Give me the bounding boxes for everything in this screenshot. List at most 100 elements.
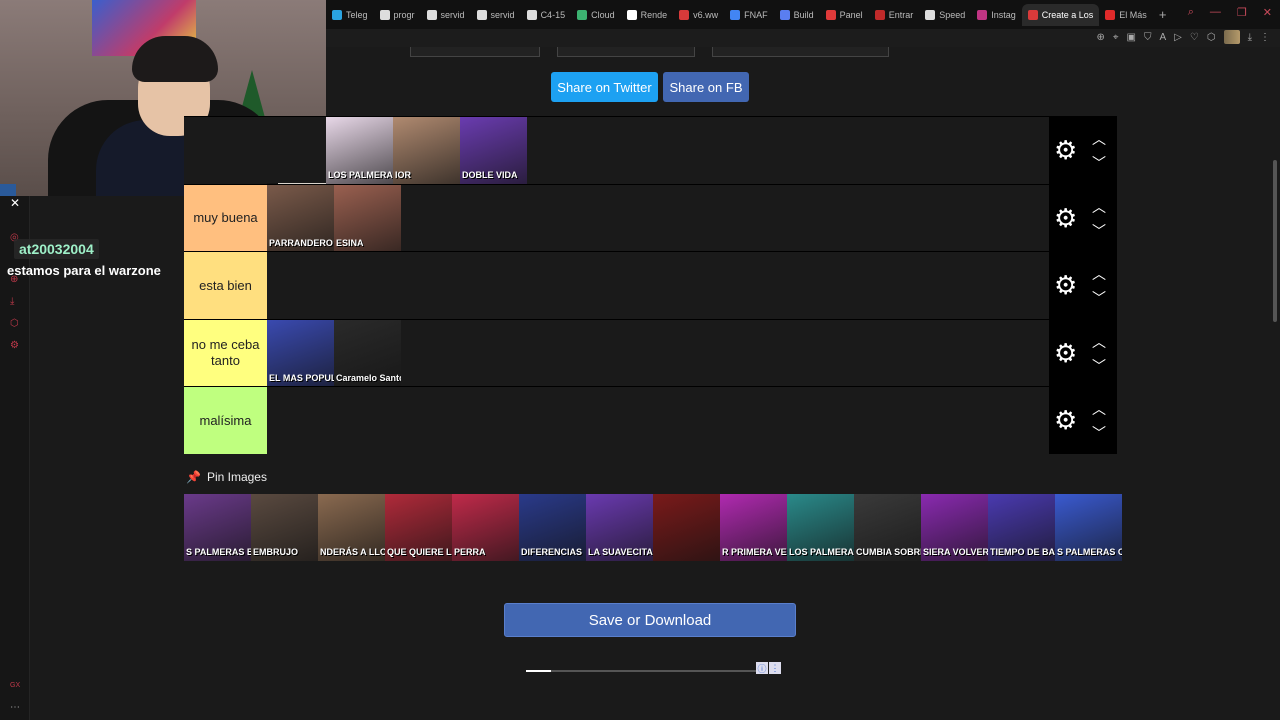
tier-image[interactable]: S PALMERAS CHACHA TRISTE: [1055, 494, 1122, 561]
ad-menu-icon[interactable]: ⋮: [769, 662, 781, 674]
tier-image[interactable]: S PALMERAS BESTIA POP: [184, 494, 251, 561]
move-down-icon[interactable]: ﹀: [1092, 288, 1106, 308]
tier-image[interactable]: LOS PALMERAS EL BOMBON: [326, 117, 393, 184]
tier-label[interactable]: muy buena: [184, 184, 267, 252]
share-twitter-button[interactable]: Share on Twitter: [551, 72, 658, 102]
move-down-icon[interactable]: ﹀: [1092, 423, 1106, 443]
close-window-icon[interactable]: ✕: [1263, 6, 1272, 19]
share-facebook-button[interactable]: Share on FB: [663, 72, 749, 102]
sidebar-item-2-icon[interactable]: ⬡: [10, 318, 19, 329]
browser-tab[interactable]: Entrar: [869, 4, 920, 26]
ad-progress-bar: [526, 670, 756, 672]
description-input[interactable]: [557, 47, 695, 57]
browser-tab[interactable]: Panel: [820, 4, 869, 26]
tier-label[interactable]: [184, 117, 267, 184]
move-up-icon[interactable]: ︿: [1092, 264, 1106, 284]
tier-row: esta bien ⚙ ︿ ﹀: [184, 251, 1117, 319]
gx-icon[interactable]: GX: [10, 682, 20, 689]
browser-tab[interactable]: FNAF: [724, 4, 774, 26]
tab-label: Teleg: [346, 9, 368, 20]
browser-tab[interactable]: progr: [374, 4, 421, 26]
gear-icon[interactable]: ⚙: [1054, 137, 1077, 163]
tier-image[interactable]: PARRANDERO: [267, 184, 334, 252]
tier-image[interactable]: LOS PALMERAS: [787, 494, 854, 561]
options-input[interactable]: [712, 47, 889, 57]
tier-image[interactable]: DIFERENCIAS: [519, 494, 586, 561]
browser-tab[interactable]: Instag: [971, 4, 1022, 26]
tier-image[interactable]: SIERA VOLVER: [921, 494, 988, 561]
tier-label[interactable]: no me ceba tanto: [184, 319, 267, 387]
tier-image[interactable]: DOBLE VIDA: [460, 117, 527, 184]
browser-tab[interactable]: v6.ww: [673, 4, 724, 26]
tier-image[interactable]: EL MAS POPULAR: [267, 319, 334, 387]
pin-icon[interactable]: ⌖: [1113, 32, 1119, 43]
shield-icon[interactable]: ⛉: [1144, 32, 1152, 43]
browser-tab[interactable]: Speed: [919, 4, 971, 26]
translate-icon[interactable]: A: [1160, 32, 1167, 43]
move-down-icon[interactable]: ﹀: [1092, 356, 1106, 376]
move-up-icon[interactable]: ︿: [1092, 197, 1106, 217]
tier-image[interactable]: TIEMPO DE BAIL: [988, 494, 1055, 561]
browser-tab[interactable]: servid: [471, 4, 521, 26]
extensions-icon[interactable]: ⬡: [1207, 32, 1216, 43]
maximize-icon[interactable]: ❐: [1237, 6, 1247, 19]
search-tabs-icon[interactable]: ⌕: [1188, 6, 1194, 19]
move-down-icon[interactable]: ﹀: [1092, 153, 1106, 173]
tier-image[interactable]: IOR: [393, 117, 460, 184]
page-scrollbar[interactable]: [1272, 50, 1278, 720]
gear-icon[interactable]: ⚙: [1054, 205, 1077, 231]
browser-tab[interactable]: servid: [421, 4, 471, 26]
tier-image[interactable]: ESINA: [334, 184, 401, 252]
settings-icon[interactable]: ⚙: [10, 340, 19, 351]
tier-label[interactable]: esta bien: [184, 252, 267, 319]
tab-label: Build: [793, 9, 814, 20]
move-up-icon[interactable]: ︿: [1092, 332, 1106, 352]
zoom-icon[interactable]: ⊕: [1097, 32, 1105, 43]
pin-images-label: Pin Images: [206, 470, 267, 484]
tier-image[interactable]: QUE QUIERE LA CHOLA: [385, 494, 452, 561]
title-input[interactable]: [410, 47, 540, 57]
image-caption: TIEMPO DE BAIL: [990, 547, 1055, 557]
play-icon[interactable]: ▷: [1174, 32, 1182, 43]
tier-image[interactable]: EMBRUJO: [251, 494, 318, 561]
heart-icon[interactable]: ♡: [1190, 32, 1199, 43]
tier-image[interactable]: LA SUAVECITA: [586, 494, 653, 561]
tier-image[interactable]: [653, 494, 720, 561]
tier-image[interactable]: PERRA: [452, 494, 519, 561]
capture-icon[interactable]: ▣: [1127, 32, 1136, 43]
save-download-button[interactable]: Save or Download: [504, 603, 796, 637]
gear-icon[interactable]: ⚙: [1054, 340, 1077, 366]
move-down-icon[interactable]: ﹀: [1092, 221, 1106, 241]
download-icon[interactable]: ⤓: [1248, 32, 1252, 43]
move-up-icon[interactable]: ︿: [1092, 129, 1106, 149]
tier-label[interactable]: malísima: [184, 387, 267, 454]
new-tab-button[interactable]: +: [1153, 7, 1173, 22]
gear-icon[interactable]: ⚙: [1054, 407, 1077, 433]
tier-image[interactable]: Caramelo Santo: [334, 319, 401, 387]
menu-icon[interactable]: ⋮: [1260, 32, 1270, 43]
image-caption: DIFERENCIAS: [521, 547, 583, 557]
tier-image[interactable]: R PRIMERA VEZ: [720, 494, 787, 561]
tab-favicon-icon: [874, 9, 885, 20]
ad-info-icon[interactable]: ⓘ: [756, 662, 768, 674]
browser-tab[interactable]: El Más: [1099, 4, 1153, 26]
avatar[interactable]: [1223, 30, 1240, 44]
more-icon[interactable]: ⋯: [10, 702, 20, 713]
browser-tab[interactable]: Cloud: [571, 4, 621, 26]
pin-images-header: 📌 Pin Images: [186, 470, 267, 484]
browser-tab[interactable]: Teleg: [326, 4, 374, 26]
browser-tab[interactable]: Rende: [621, 4, 674, 26]
move-up-icon[interactable]: ︿: [1092, 399, 1106, 419]
browser-tab[interactable]: C4-15: [521, 4, 572, 26]
chat-close-icon[interactable]: ✕: [10, 196, 20, 210]
tab-favicon-icon: [626, 9, 637, 20]
tab-label: El Más: [1119, 9, 1147, 20]
browser-tab[interactable]: Build: [774, 4, 820, 26]
minimize-icon[interactable]: —: [1210, 6, 1221, 19]
gear-icon[interactable]: ⚙: [1054, 272, 1077, 298]
tier-image[interactable]: NDERÁS A LLOR: [318, 494, 385, 561]
browser-tab[interactable]: Create a Los: [1021, 3, 1100, 26]
tab-favicon-icon: [730, 9, 741, 20]
tier-image[interactable]: CUMBIA SOBRE EL MAR: [854, 494, 921, 561]
download-icon[interactable]: ⤓: [10, 296, 14, 307]
